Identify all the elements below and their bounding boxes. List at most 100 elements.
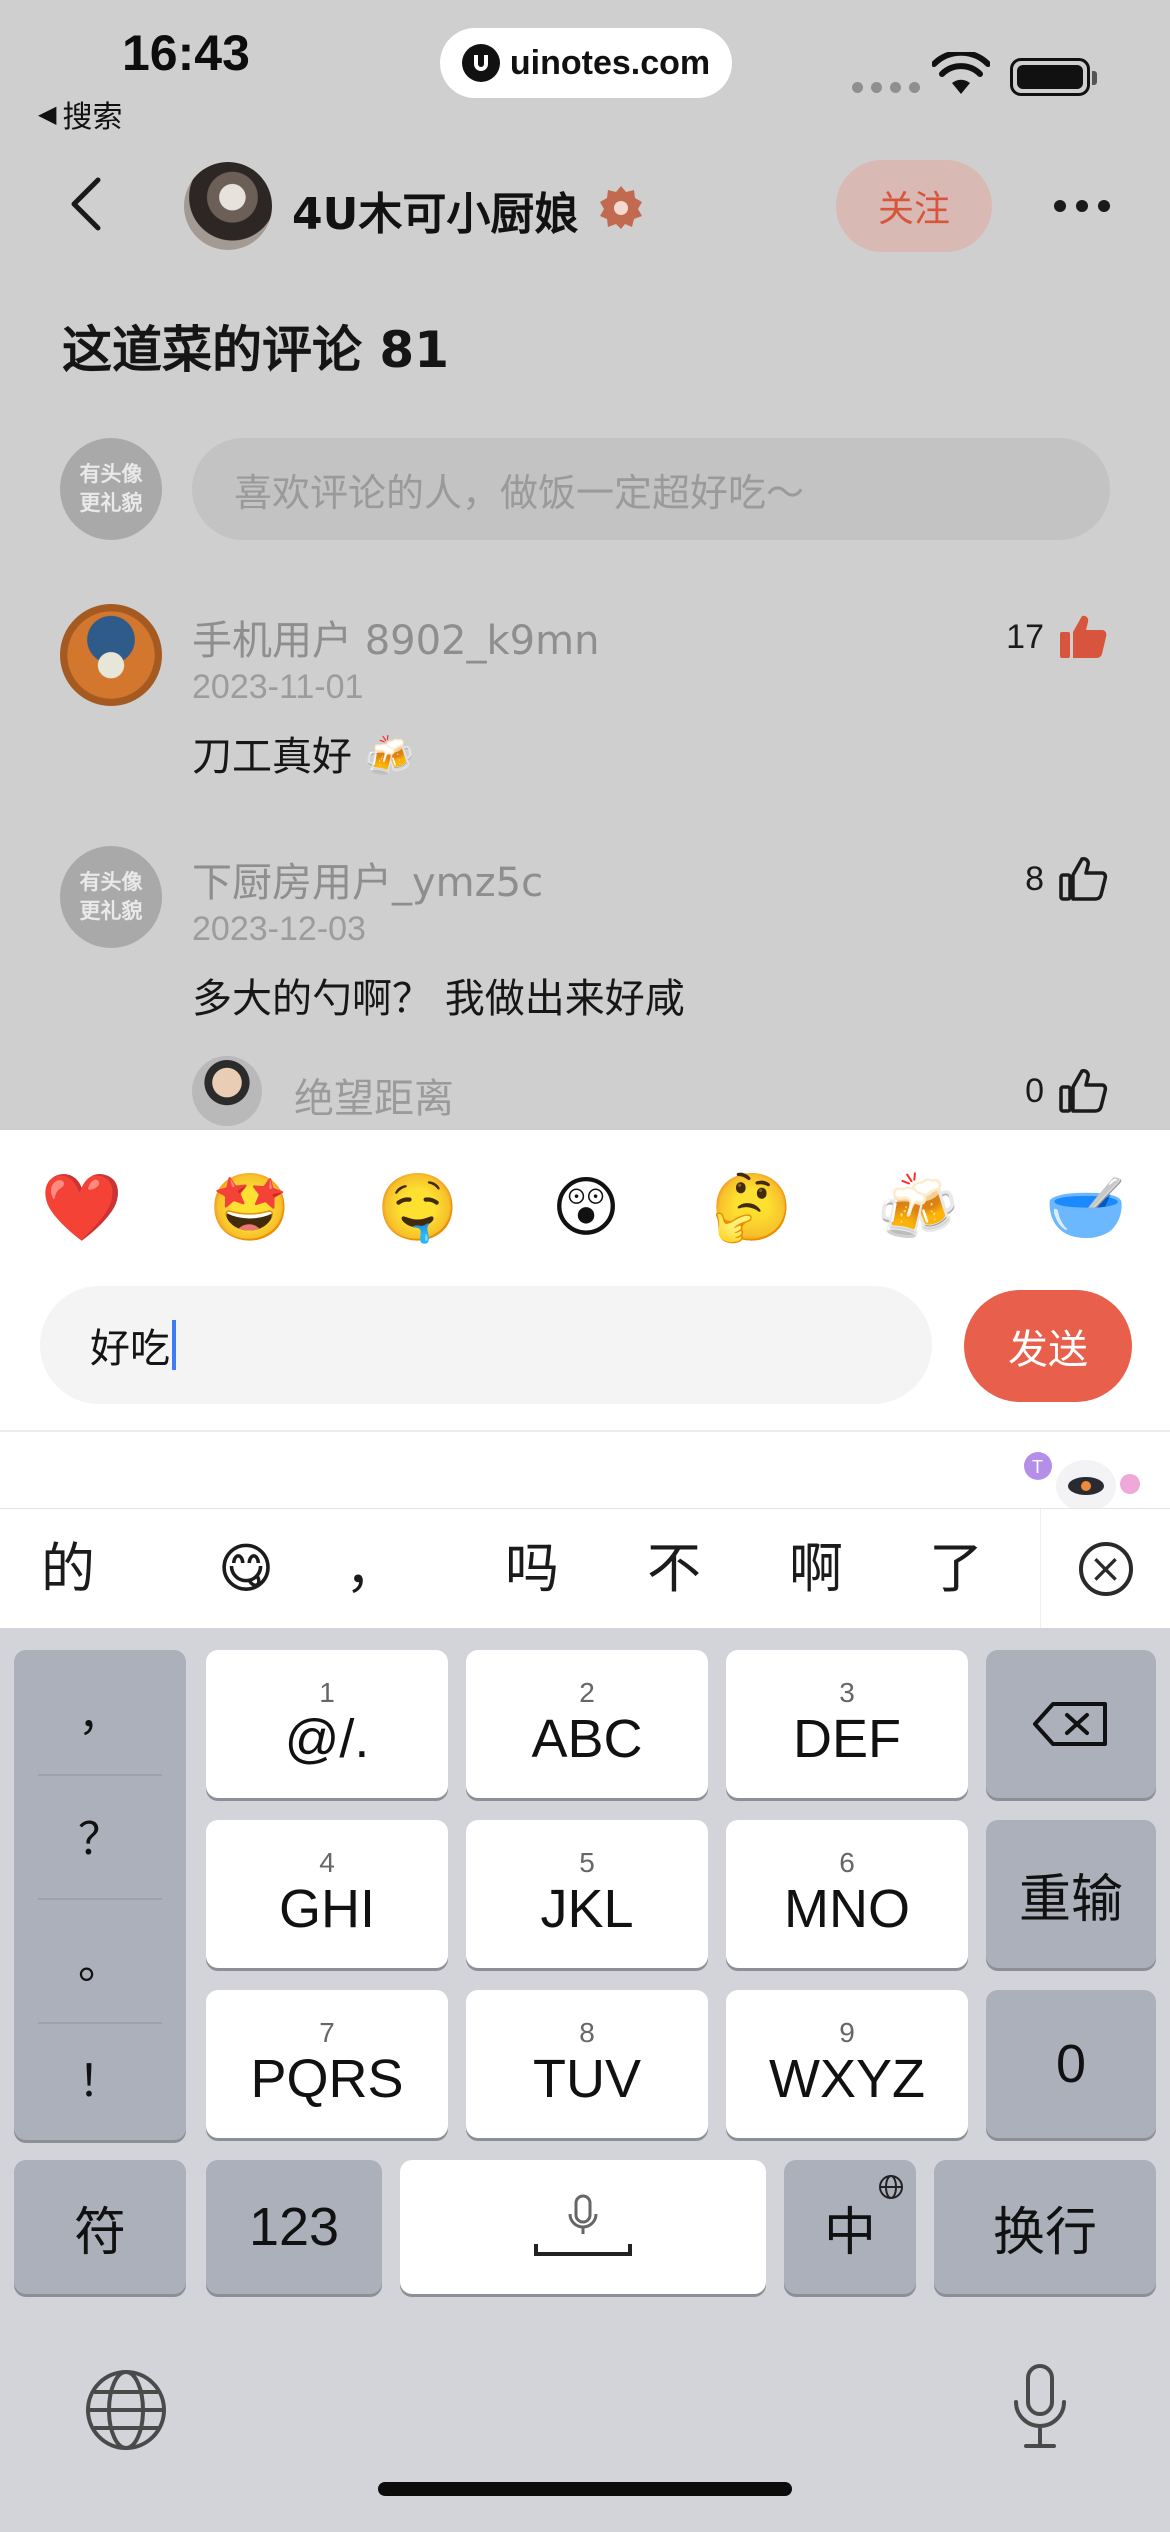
candidate-item[interactable]: 不	[624, 1509, 724, 1629]
microphone-icon[interactable]	[1004, 2362, 1076, 2458]
author-avatar[interactable]	[184, 162, 272, 250]
key-label: 0	[1055, 2034, 1087, 2094]
key-label: WXYZ	[769, 2049, 925, 2109]
language-key[interactable]: 中	[784, 2160, 916, 2294]
divider	[0, 1430, 1170, 1432]
svg-text:T: T	[1032, 1457, 1043, 1477]
close-candidates-button[interactable]: ×	[1040, 1509, 1170, 1629]
key-label: MNO	[784, 1879, 910, 1939]
emoji-thinking[interactable]: 🤔	[702, 1158, 802, 1258]
default-avatar-line1: 有头像	[79, 462, 143, 486]
more-options-icon[interactable]	[1054, 200, 1110, 212]
punct-key-question[interactable]: ？	[14, 1774, 186, 1896]
default-avatar[interactable]: 有头像 更礼貌	[60, 846, 162, 948]
emoji-astonished[interactable]: 😲	[536, 1158, 636, 1258]
comment-input[interactable]: 喜欢评论的人，做饭一定超好吃～	[192, 438, 1110, 540]
reply-item: 绝望距离 0	[0, 1056, 1170, 1130]
nav-bar: 4U木可小厨娘 关注	[0, 150, 1170, 260]
candidate-item[interactable]: 吗	[482, 1509, 582, 1629]
key-label: GHI	[278, 1879, 375, 1939]
key-label: ABC	[531, 1709, 643, 1769]
like-button[interactable]: 0	[1025, 1066, 1108, 1116]
candidate-item[interactable]: 啊	[766, 1509, 866, 1629]
key-7[interactable]: 7 PQRS	[206, 1990, 448, 2138]
key-4[interactable]: 4 GHI	[206, 1820, 448, 1968]
reenter-key[interactable]: 重输	[986, 1820, 1156, 1968]
replier-avatar[interactable]	[192, 1056, 262, 1126]
candidate-item[interactable]: ，	[322, 1509, 422, 1629]
key-number: 7	[319, 2017, 335, 2048]
default-avatar-line2: 更礼貌	[79, 491, 143, 515]
thumbs-up-icon	[1059, 857, 1108, 901]
return-key[interactable]: 换行	[934, 2160, 1156, 2294]
keyboard-mascot-icon[interactable]: T	[1018, 1442, 1148, 1512]
key-9[interactable]: 9 WXYZ	[726, 1990, 968, 2138]
key-3[interactable]: 3 DEF	[726, 1650, 968, 1798]
candidate-item[interactable]: 😋	[196, 1509, 296, 1629]
like-count: 8	[1025, 859, 1044, 898]
back-arrow-icon[interactable]	[58, 174, 118, 234]
key-5[interactable]: 5 JKL	[466, 1820, 708, 1968]
key-number: 6	[839, 1847, 855, 1878]
key-1[interactable]: 1 @/.	[206, 1650, 448, 1798]
key-label: 中	[823, 2202, 876, 2263]
like-count: 0	[1025, 1071, 1044, 1110]
home-indicator[interactable]	[378, 2482, 792, 2496]
key-label: 符	[73, 2202, 126, 2263]
comment-entry-row: 有头像 更礼貌 喜欢评论的人，做饭一定超好吃～	[0, 438, 1170, 548]
numbers-key[interactable]: 123	[206, 2160, 382, 2294]
emoji-bowl[interactable]: 🥣	[1036, 1158, 1136, 1258]
candidate-item[interactable]: 了	[906, 1509, 1006, 1629]
comment-text: 刀工真好 🍻	[192, 734, 415, 780]
comment-text-field[interactable]: 好吃	[40, 1286, 932, 1404]
space-key[interactable]	[400, 2160, 766, 2294]
key-number: 8	[579, 2017, 595, 2048]
keyboard: ， ？ 。 ！ 1 @/. 2 ABC 3 DEF 4 GHI 5 JKL 6 …	[0, 1628, 1170, 2532]
key-label: 123	[248, 2197, 340, 2257]
comment-text-value: 好吃	[90, 1326, 170, 1372]
commenter-name[interactable]: 手机用户 8902_k9mn	[192, 608, 599, 666]
replier-name[interactable]: 绝望距离	[294, 1066, 454, 1124]
cellular-signal-icon	[852, 82, 920, 93]
like-count: 17	[1006, 617, 1044, 656]
emoji-drooling[interactable]: 🤤	[368, 1158, 468, 1258]
key-2[interactable]: 2 ABC	[466, 1650, 708, 1798]
backspace-key[interactable]	[986, 1650, 1156, 1798]
emoji-star-struck[interactable]: 🤩	[200, 1158, 300, 1258]
like-button[interactable]: 8	[1025, 854, 1108, 904]
commenter-name[interactable]: 下厨房用户_ymz5c	[192, 850, 543, 908]
back-to-app-link[interactable]: ◀ 搜索	[38, 92, 122, 136]
url-text: uinotes.com	[509, 43, 711, 82]
key-label: TUV	[533, 2049, 641, 2109]
thumbs-up-filled-icon	[1060, 615, 1107, 658]
verified-badge-icon	[600, 186, 642, 229]
text-caret	[172, 1320, 176, 1370]
site-logo-icon	[461, 44, 500, 82]
commenter-avatar[interactable]	[60, 604, 162, 706]
globe-icon[interactable]	[84, 2368, 168, 2452]
key-0[interactable]: 0	[986, 1990, 1156, 2138]
follow-button[interactable]: 关注	[836, 160, 992, 252]
url-pill: uinotes.com	[440, 28, 732, 98]
send-button[interactable]: 发送	[964, 1290, 1132, 1402]
key-8[interactable]: 8 TUV	[466, 1990, 708, 2138]
quick-emoji-row: ❤️ 🤩 🤤 😲 🤔 🍻 🥣	[0, 1158, 1170, 1258]
emoji-beers[interactable]: 🍻	[868, 1158, 968, 1258]
punct-key-exclaim[interactable]: ！	[14, 2016, 186, 2138]
symbols-key[interactable]: 符	[14, 2160, 186, 2294]
candidate-item[interactable]: 的	[18, 1509, 118, 1629]
punct-key-comma[interactable]: ，	[14, 1650, 186, 1772]
author-name[interactable]: 4U木可小厨娘	[292, 178, 578, 242]
like-button[interactable]: 17	[1006, 612, 1108, 662]
key-6[interactable]: 6 MNO	[726, 1820, 968, 1968]
key-label: 重输	[1018, 1869, 1123, 1930]
punct-key-period[interactable]: 。	[14, 1898, 186, 2020]
wifi-icon	[932, 52, 990, 94]
battery-icon	[1010, 58, 1097, 96]
comment-composer: ❤️ 🤩 🤤 😲 🤔 🍻 🥣 好吃 发送 T	[0, 1130, 1170, 1512]
comments-page: 16:43 ◀ 搜索 uinotes.com 4U木可小厨娘 关注 这道菜的评论…	[0, 0, 1170, 1130]
ime-candidate-bar: 的 😋 ， 吗 不 啊 了 ×	[0, 1508, 1170, 1629]
punctuation-column: ， ？ 。 ！	[14, 1650, 186, 2140]
emoji-heart[interactable]: ❤️	[32, 1158, 132, 1258]
key-label: @/.	[284, 1709, 370, 1769]
